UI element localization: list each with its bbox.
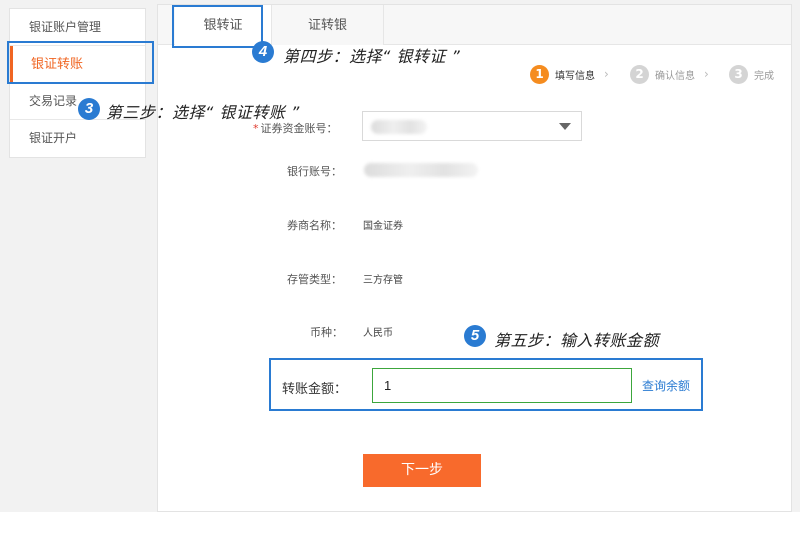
next-step-button[interactable]: 下一步 xyxy=(363,454,481,487)
page-footer-space xyxy=(0,512,800,553)
step-complete: 3 完成 xyxy=(729,64,774,84)
progress-stepper: 1 填写信息 › 2 确认信息 › 3 完成 xyxy=(530,64,790,84)
chevron-right-icon: › xyxy=(704,67,709,81)
transfer-amount-input[interactable]: 1 xyxy=(372,368,632,403)
annotation-badge-step4: 4 xyxy=(252,41,274,63)
sidebar-highlight-frame xyxy=(7,41,154,84)
step-confirm-info: 2 确认信息 › xyxy=(630,64,709,84)
chevron-down-icon xyxy=(559,123,571,130)
step-label: 完成 xyxy=(754,70,774,82)
broker-name-value: 国金证券 xyxy=(363,221,403,232)
bank-account-label: 银行账号： xyxy=(287,165,342,178)
masked-account-number xyxy=(371,120,427,134)
annotation-badge-step5: 5 xyxy=(464,325,486,347)
currency-label: 币种： xyxy=(310,326,343,339)
annotation-badge-step3: 3 xyxy=(78,98,100,120)
step-number: 1 xyxy=(530,64,549,84)
step-number: 2 xyxy=(630,64,649,84)
custody-type-value: 三方存管 xyxy=(363,275,403,286)
required-mark: * xyxy=(253,122,259,135)
sidebar-item-label: 银证开户 xyxy=(29,131,78,145)
sidebar-item-open-account[interactable]: 银证开户 xyxy=(10,120,145,157)
chevron-right-icon: › xyxy=(604,67,609,81)
masked-bank-account-value xyxy=(364,163,478,177)
query-balance-link[interactable]: 查询余额 xyxy=(642,377,690,394)
annotation-step4-text: 第四步：选择“ 银转证 ” xyxy=(283,47,461,66)
tab-securities-to-bank[interactable]: 证转银 xyxy=(271,5,384,45)
transfer-amount-label: 转账金额： xyxy=(282,382,348,397)
custody-type-label: 存管类型： xyxy=(287,273,342,286)
step-label: 确认信息 xyxy=(655,70,695,82)
broker-name-label: 券商名称： xyxy=(287,219,342,232)
securities-account-select[interactable] xyxy=(362,111,582,141)
sidebar-item-label: 交易记录 xyxy=(29,94,78,108)
step-fill-info: 1 填写信息 › xyxy=(530,64,609,84)
step-label: 填写信息 xyxy=(555,70,595,82)
annotation-step3-text: 第三步：选择“ 银证转账 ” xyxy=(106,103,300,122)
sidebar-item-label: 银证账户管理 xyxy=(29,20,102,34)
step-number: 3 xyxy=(729,64,748,84)
annotation-step5-text: 第五步：输入转账金额 xyxy=(494,331,660,350)
tab-highlight-frame xyxy=(172,5,263,48)
currency-value: 人民币 xyxy=(363,328,393,339)
